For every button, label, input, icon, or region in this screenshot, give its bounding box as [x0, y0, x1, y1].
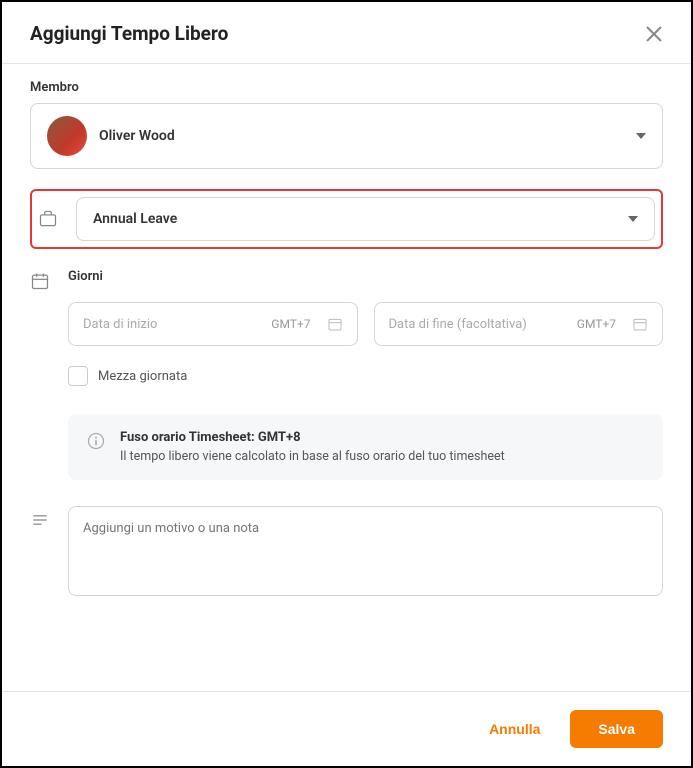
- notes-textarea[interactable]: [68, 506, 663, 596]
- calendar-small-icon: [632, 316, 648, 332]
- half-day-checkbox[interactable]: [68, 366, 88, 386]
- info-title: Fuso orario Timesheet: GMT+8: [120, 430, 505, 445]
- end-date-tz: GMT+7: [577, 317, 616, 331]
- start-date-input[interactable]: Data di inizio GMT+7: [68, 302, 358, 346]
- leave-type-selected: Annual Leave: [93, 211, 177, 227]
- member-label: Membro: [30, 80, 663, 95]
- calendar-icon: [30, 271, 50, 291]
- dialog-title: Aggiungi Tempo Libero: [30, 22, 228, 45]
- days-label: Giorni: [68, 269, 663, 284]
- close-icon[interactable]: [645, 25, 663, 43]
- notes-icon: [30, 510, 50, 530]
- chevron-down-icon: [636, 133, 646, 139]
- end-date-input[interactable]: Data di fine (facoltativa) GMT+7: [374, 302, 664, 346]
- start-date-placeholder: Data di inizio: [83, 317, 263, 332]
- half-day-label: Mezza giornata: [98, 369, 187, 384]
- dialog-header: Aggiungi Tempo Libero: [2, 2, 691, 64]
- end-date-placeholder: Data di fine (facoltativa): [389, 317, 569, 332]
- info-icon: [86, 431, 106, 451]
- member-avatar: [47, 116, 87, 156]
- chevron-down-icon: [628, 216, 638, 222]
- cancel-button[interactable]: Annulla: [477, 711, 552, 747]
- dialog-footer: Annulla Salva: [2, 691, 691, 766]
- calendar-small-icon: [327, 316, 343, 332]
- member-selected-name: Oliver Wood: [99, 128, 175, 144]
- dialog-content: Membro Oliver Wood Annual Leave G: [2, 64, 691, 691]
- save-button[interactable]: Salva: [570, 710, 663, 748]
- member-dropdown[interactable]: Oliver Wood: [30, 103, 663, 169]
- start-date-tz: GMT+7: [271, 317, 310, 331]
- info-text: Il tempo libero viene calcolato in base …: [120, 449, 505, 464]
- leave-type-highlight: Annual Leave: [30, 189, 663, 249]
- briefcase-icon: [38, 209, 58, 229]
- timezone-info-box: Fuso orario Timesheet: GMT+8 Il tempo li…: [68, 414, 663, 480]
- days-section: Giorni Data di inizio GMT+7 Data di fine…: [30, 269, 663, 480]
- leave-type-dropdown[interactable]: Annual Leave: [76, 197, 655, 241]
